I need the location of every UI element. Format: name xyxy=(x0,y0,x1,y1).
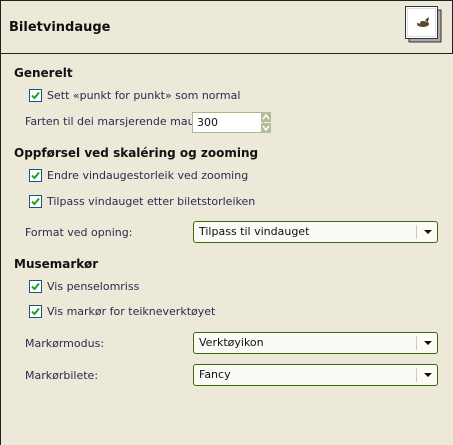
chevron-down-icon[interactable] xyxy=(424,373,432,377)
section-cursor-heading: Musemarkør xyxy=(14,257,99,271)
spin-down-icon[interactable] xyxy=(261,123,271,133)
initial-zoom-value: Tilpass til vindauget xyxy=(199,225,310,238)
check-icon xyxy=(31,307,40,316)
chevron-down-icon[interactable] xyxy=(424,230,432,234)
panel-border xyxy=(0,53,1,445)
spin-up-icon[interactable] xyxy=(261,112,271,122)
chevron-down-icon[interactable] xyxy=(424,341,432,345)
initial-zoom-label: Format ved opning: xyxy=(25,226,133,239)
cursor-rendering-value: Fancy xyxy=(199,368,231,381)
cursor-rendering-label: Markørbilete: xyxy=(25,369,99,382)
dropdown-separator xyxy=(416,368,417,382)
check-icon xyxy=(31,91,40,100)
check-icon xyxy=(31,197,40,206)
dropdown-separator xyxy=(416,336,417,350)
resize-on-image-label: Tilpass vindauget etter biletstorleiken xyxy=(47,195,256,208)
cursor-rendering-dropdown[interactable]: Fancy xyxy=(193,364,438,386)
ants-speed-input[interactable]: 300 xyxy=(192,112,264,133)
section-zoom-heading: Oppførsel ved skaléring og zooming xyxy=(14,146,259,160)
resize-on-image-checkbox[interactable] xyxy=(29,195,42,208)
check-icon xyxy=(31,171,40,180)
resize-on-zoom-label: Endre vindaugestorleik ved zooming xyxy=(47,169,249,182)
check-icon xyxy=(31,282,40,291)
dot-for-dot-label: Sett «punkt for punkt» som normal xyxy=(47,89,241,102)
page-title: Biletvindauge xyxy=(9,20,111,35)
ants-speed-spinner[interactable] xyxy=(261,112,271,133)
resize-on-zoom-checkbox[interactable] xyxy=(29,169,42,182)
ants-speed-label: Farten til dei marsjerende maura: xyxy=(25,115,210,128)
cursor-mode-dropdown[interactable]: Verktøyikon xyxy=(193,332,438,354)
show-brush-label: Vis penselomriss xyxy=(47,280,140,293)
cursor-mode-value: Verktøyikon xyxy=(199,336,264,349)
gimp-wilber-icon xyxy=(405,6,442,43)
initial-zoom-dropdown[interactable]: Tilpass til vindauget xyxy=(193,221,438,243)
show-paint-cursor-checkbox[interactable] xyxy=(29,305,42,318)
cursor-mode-label: Markørmodus: xyxy=(25,337,105,350)
dropdown-separator xyxy=(416,225,417,239)
section-general-heading: Generelt xyxy=(14,66,73,80)
dot-for-dot-checkbox[interactable] xyxy=(29,89,42,102)
show-paint-cursor-label: Vis markør for teikneverktøyet xyxy=(47,305,216,318)
show-brush-checkbox[interactable] xyxy=(29,280,42,293)
